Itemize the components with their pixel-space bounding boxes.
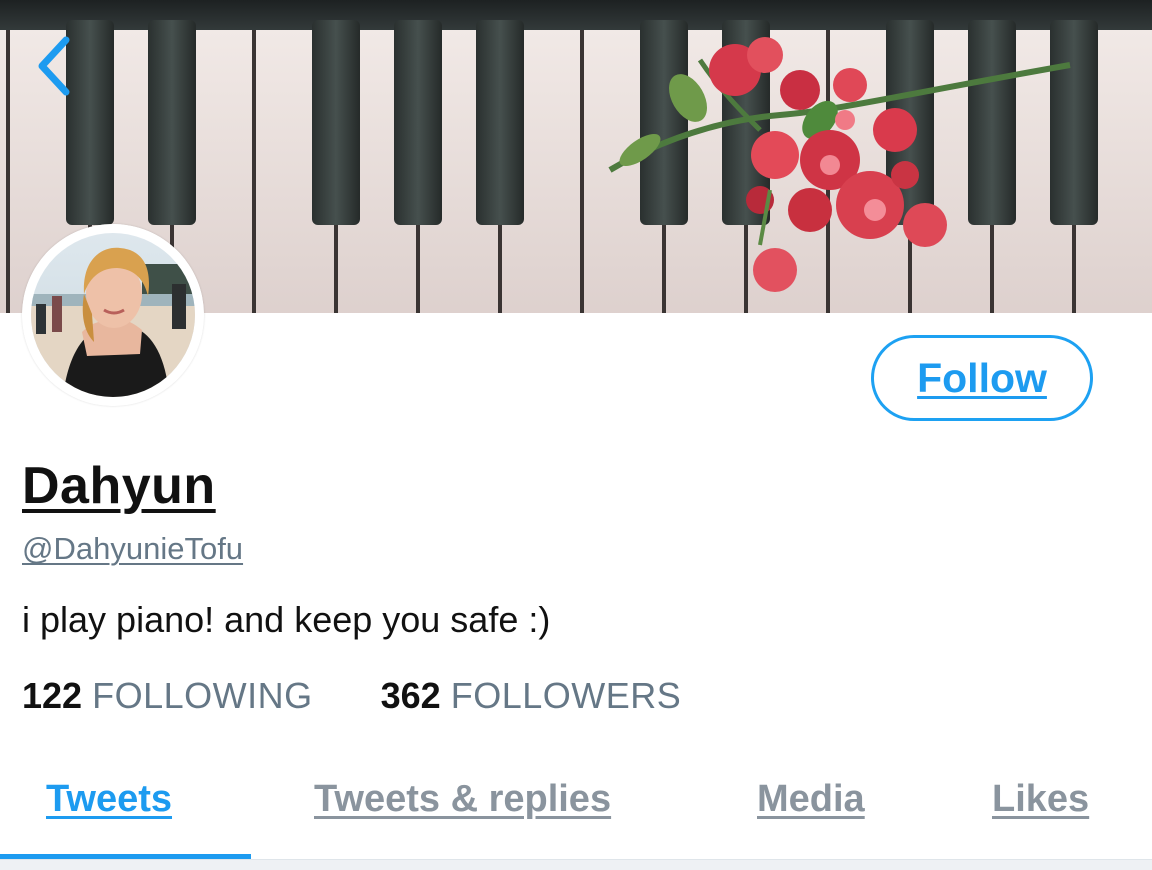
piano-black-key <box>968 20 1016 225</box>
back-button[interactable] <box>28 30 80 102</box>
piano-black-key <box>148 20 196 225</box>
avatar-photo <box>22 224 204 406</box>
profile-bio: i play piano! and keep you safe :) <box>22 599 551 640</box>
chevron-left-icon <box>38 36 70 96</box>
following-stat[interactable]: 122 FOLLOWING <box>22 675 313 717</box>
piano-black-key <box>394 20 442 225</box>
tab-likes[interactable]: Likes <box>992 778 1089 821</box>
tab-media[interactable]: Media <box>757 778 865 821</box>
avatar[interactable] <box>22 224 204 406</box>
tab-tweets-replies[interactable]: Tweets & replies <box>314 778 611 821</box>
tab-strip-bottom <box>0 860 1152 870</box>
piano-black-key <box>312 20 360 225</box>
piano-black-key <box>476 20 524 225</box>
piano-black-key <box>1050 20 1098 225</box>
piano-black-key <box>640 20 688 225</box>
followers-label: FOLLOWERS <box>450 675 682 716</box>
display-name: Dahyun <box>22 457 216 515</box>
following-count: 122 <box>22 675 83 716</box>
follow-button[interactable]: Follow <box>871 335 1093 421</box>
following-label: FOLLOWING <box>92 675 313 716</box>
piano-key-gap <box>580 30 584 313</box>
profile-stats: 122 FOLLOWING 362 FOLLOWERS <box>22 675 681 717</box>
piano-key-gap <box>252 30 256 313</box>
user-handle[interactable]: @DahyunieTofu <box>22 531 243 567</box>
followers-stat[interactable]: 362 FOLLOWERS <box>381 675 682 717</box>
piano-white-key <box>0 30 6 313</box>
piano-key-gap <box>6 30 10 313</box>
tab-tweets[interactable]: Tweets <box>46 778 172 821</box>
followers-count: 362 <box>380 675 441 716</box>
profile-tabs: Tweets Tweets & replies Media Likes <box>0 770 1152 870</box>
